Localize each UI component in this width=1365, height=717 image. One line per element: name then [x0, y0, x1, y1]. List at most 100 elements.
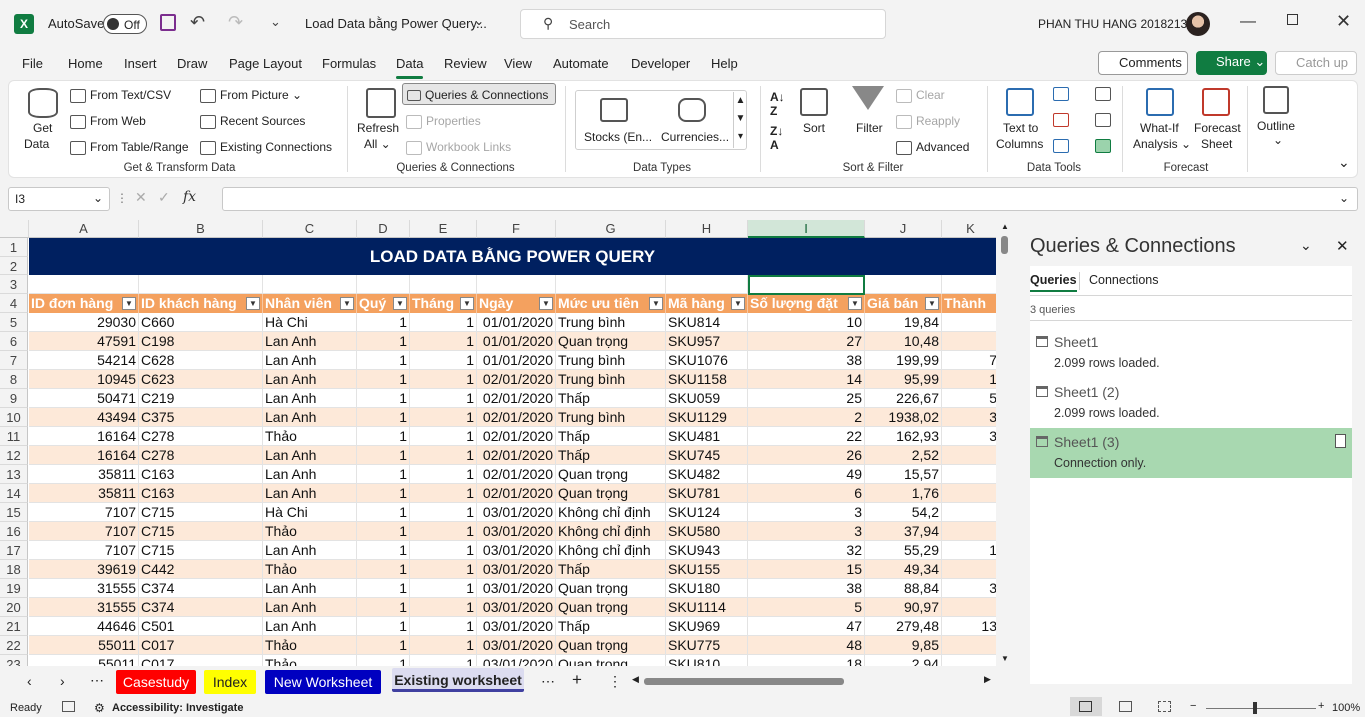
table-cell[interactable]: [942, 560, 996, 579]
insert-function-icon[interactable]: fx: [183, 189, 196, 205]
filter-dropdown-icon[interactable]: ▼: [649, 297, 663, 310]
cell[interactable]: [942, 275, 996, 294]
table-cell[interactable]: 03/01/2020: [477, 522, 556, 541]
table-cell[interactable]: 279,48: [865, 617, 942, 636]
chevron-down-icon[interactable]: ⌄: [474, 14, 484, 28]
table-cell[interactable]: 02/01/2020: [477, 484, 556, 503]
data-validation-icon[interactable]: [1053, 139, 1069, 153]
table-cell[interactable]: 29030: [29, 313, 139, 332]
tab-view[interactable]: View: [504, 56, 532, 71]
cell[interactable]: [29, 275, 139, 294]
table-cell[interactable]: 1: [410, 465, 477, 484]
table-cell[interactable]: [942, 313, 996, 332]
query-item[interactable]: Sheet1 (2) 2.099 rows loaded.: [1030, 378, 1352, 428]
table-cell[interactable]: C163: [139, 484, 263, 503]
table-cell[interactable]: 1: [942, 370, 996, 389]
formula-input[interactable]: ⌄: [222, 187, 1358, 211]
table-cell[interactable]: 44646: [29, 617, 139, 636]
document-title[interactable]: Load Data bằng Power Query...: [305, 16, 487, 31]
table-cell[interactable]: 2,52: [865, 446, 942, 465]
enter-icon[interactable]: ✓: [158, 189, 170, 206]
table-cell[interactable]: SKU781: [666, 484, 748, 503]
tab-review[interactable]: Review: [444, 56, 487, 71]
flash-fill-icon[interactable]: [1053, 87, 1069, 101]
more-sheets-icon[interactable]: ⋯: [90, 672, 104, 689]
table-cell[interactable]: Trung bình: [556, 408, 666, 427]
search-box[interactable]: ⚲ Search: [520, 9, 886, 39]
pane-close-icon[interactable]: ✕: [1336, 237, 1349, 255]
tab-insert[interactable]: Insert: [124, 56, 157, 71]
table-cell[interactable]: C715: [139, 503, 263, 522]
row-header[interactable]: 23: [0, 655, 28, 666]
table-cell[interactable]: Lan Anh: [263, 484, 357, 503]
table-cell[interactable]: 1: [410, 503, 477, 522]
stocks-button[interactable]: Stocks (En...: [584, 130, 652, 144]
table-cell[interactable]: 1: [357, 560, 410, 579]
workbook-links-button[interactable]: Workbook Links: [406, 140, 511, 155]
cell[interactable]: [263, 275, 357, 294]
vertical-scrollbar[interactable]: ▲ ▼: [996, 220, 1014, 666]
table-cell[interactable]: Trung bình: [556, 370, 666, 389]
table-cell[interactable]: 49,34: [865, 560, 942, 579]
catch-up-button[interactable]: Catch up: [1275, 51, 1357, 75]
table-cell[interactable]: SKU1114: [666, 598, 748, 617]
table-header-cell[interactable]: Thành: [942, 294, 996, 313]
table-cell[interactable]: Lan Anh: [263, 541, 357, 560]
table-cell[interactable]: 03/01/2020: [477, 541, 556, 560]
macro-icon[interactable]: [62, 701, 75, 712]
table-cell[interactable]: Quan trọng: [556, 598, 666, 617]
filter-dropdown-icon[interactable]: ▼: [925, 297, 939, 310]
table-cell[interactable]: 199,99: [865, 351, 942, 370]
table-cell[interactable]: 37,94: [865, 522, 942, 541]
table-cell[interactable]: 1: [410, 617, 477, 636]
table-cell[interactable]: 03/01/2020: [477, 636, 556, 655]
table-cell[interactable]: 49: [748, 465, 865, 484]
avatar[interactable]: [1186, 12, 1210, 36]
tab-connections[interactable]: Connections: [1089, 273, 1159, 287]
autosave-toggle[interactable]: Off: [103, 14, 147, 34]
add-sheet-icon[interactable]: +: [572, 670, 582, 690]
table-cell[interactable]: 25: [748, 389, 865, 408]
table-cell[interactable]: SKU059: [666, 389, 748, 408]
table-cell[interactable]: 1: [357, 351, 410, 370]
tab-developer[interactable]: Developer: [631, 56, 690, 71]
name-box[interactable]: I3 ⌄: [8, 187, 110, 211]
sheet-title[interactable]: LOAD DATA BẰNG POWER QUERY: [29, 238, 996, 275]
table-cell[interactable]: 90,97: [865, 598, 942, 617]
close-icon[interactable]: ✕: [1336, 11, 1351, 32]
worksheet-grid[interactable]: ABCDEFGHIJK 1 2 3 4 5 6 7 8 9 10 11 12 13 14 15 16 17 18 1…: [0, 220, 996, 666]
table-cell[interactable]: SKU1129: [666, 408, 748, 427]
row-header[interactable]: 9: [0, 389, 28, 408]
table-cell[interactable]: 47591: [29, 332, 139, 351]
cell[interactable]: [477, 275, 556, 294]
table-cell[interactable]: Lan Anh: [263, 598, 357, 617]
table-cell[interactable]: 16164: [29, 446, 139, 465]
table-cell[interactable]: 88,84: [865, 579, 942, 598]
table-cell[interactable]: [942, 465, 996, 484]
table-cell[interactable]: C628: [139, 351, 263, 370]
query-options-icon[interactable]: [1335, 434, 1346, 448]
reapply-button[interactable]: Reapply: [896, 114, 960, 129]
row-header[interactable]: 8: [0, 370, 28, 389]
table-cell[interactable]: Lan Anh: [263, 579, 357, 598]
row-header[interactable]: 18: [0, 560, 28, 579]
table-cell[interactable]: 10945: [29, 370, 139, 389]
from-picture-button[interactable]: From Picture ⌄: [200, 88, 302, 103]
table-cell[interactable]: 1,76: [865, 484, 942, 503]
row-header[interactable]: 6: [0, 332, 28, 351]
restore-icon[interactable]: [1287, 14, 1298, 25]
table-cell[interactable]: 22: [748, 427, 865, 446]
table-cell[interactable]: Không chỉ định: [556, 541, 666, 560]
column-header[interactable]: K: [942, 220, 996, 238]
what-if-button[interactable]: What-If: [1140, 121, 1179, 135]
tab-help[interactable]: Help: [711, 56, 738, 71]
table-cell[interactable]: 1: [410, 389, 477, 408]
tab-automate[interactable]: Automate: [553, 56, 609, 71]
table-cell[interactable]: [942, 522, 996, 541]
table-cell[interactable]: Quan trọng: [556, 465, 666, 484]
table-header-cell[interactable]: Tháng ▼: [410, 294, 477, 313]
table-cell[interactable]: SKU957: [666, 332, 748, 351]
table-cell[interactable]: 01/01/2020: [477, 313, 556, 332]
text-to-columns-label[interactable]: Columns: [996, 137, 1043, 151]
get-data-label[interactable]: Data: [24, 137, 49, 151]
